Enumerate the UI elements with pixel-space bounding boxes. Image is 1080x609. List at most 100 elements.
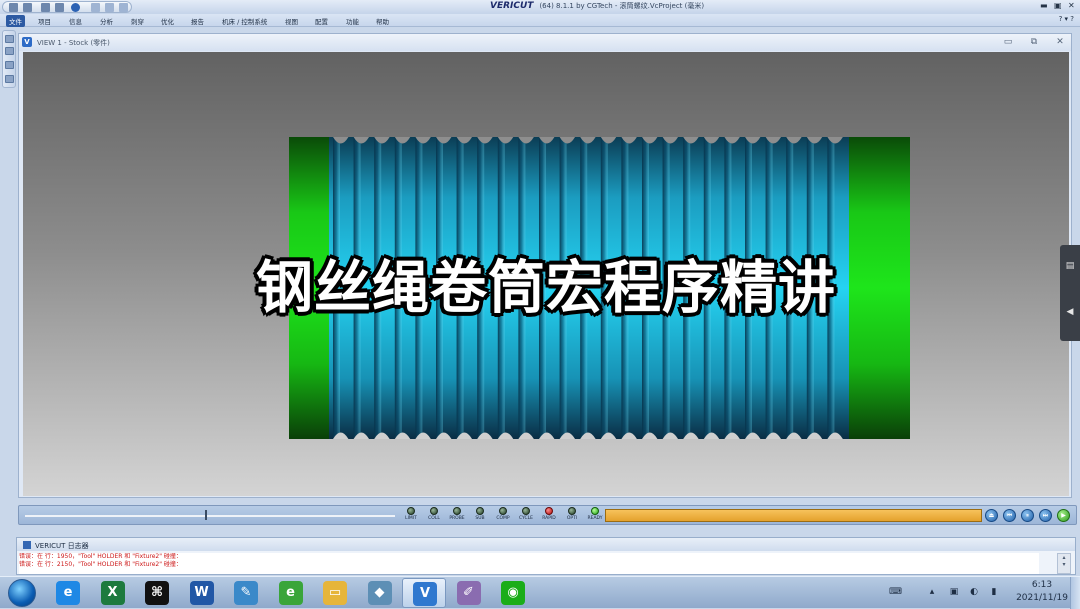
clock-date[interactable]: 2021/11/19 bbox=[1010, 593, 1074, 603]
led-bulb bbox=[545, 507, 553, 515]
capcut-icon: ⌘ bbox=[145, 581, 169, 605]
overlay-title: 钢丝绳卷筒宏程序精讲 bbox=[256, 255, 836, 321]
menu-report[interactable]: 报告 bbox=[188, 15, 207, 27]
led-bulb bbox=[453, 507, 461, 515]
taskbar: e X ⌘ W ✎ e ▭ ◆ V ✐ ◉ ⌨ ▴ ▣ ◐ ▮ 6:13 2021/11/19 bbox=[0, 576, 1080, 609]
view-restore-button[interactable]: ⧉ bbox=[1027, 36, 1041, 48]
menu-help[interactable]: 帮助 bbox=[373, 15, 392, 27]
word-icon: W bbox=[189, 581, 214, 605]
led-bulb bbox=[568, 507, 576, 515]
log-messages[interactable]: 错误：在 行：1950，"Tool" HOLDER 和 "Fixture2" 碰… bbox=[19, 553, 1039, 574]
step-forward-button[interactable]: ⏭ bbox=[1039, 509, 1052, 522]
rewind-button[interactable]: ⏮ bbox=[1003, 509, 1016, 522]
system-tray: ⌨ ▴ ▣ ◐ ▮ bbox=[885, 581, 1005, 605]
show-desktop-button[interactable] bbox=[1070, 577, 1080, 609]
menu-config[interactable]: 配置 bbox=[312, 15, 331, 27]
clock-time[interactable]: 6:13 bbox=[1020, 580, 1064, 590]
view-close-button[interactable]: ✕ bbox=[1053, 36, 1067, 48]
window-title: VERICUT (64) 8.1.1 by CGTech - 滚筒螺纹.VcPro… bbox=[490, 1, 704, 11]
network-icon[interactable]: ▮ bbox=[989, 587, 999, 597]
app-icon: ◆ bbox=[367, 581, 392, 605]
volume-icon[interactable]: ◐ bbox=[969, 587, 979, 597]
rotate-tool-icon[interactable] bbox=[5, 47, 14, 55]
panel-toggle-icon[interactable]: ▤ bbox=[1064, 261, 1076, 271]
menu-file[interactable]: 文件 bbox=[6, 15, 25, 27]
zoom-tool-icon[interactable] bbox=[5, 61, 14, 69]
pause-button[interactable]: ⏸ bbox=[1021, 509, 1034, 522]
taskbar-app[interactable]: ▭ bbox=[313, 578, 357, 608]
reset-model-button[interactable]: ⏏ bbox=[985, 509, 998, 522]
taskbar-app[interactable]: X bbox=[91, 578, 135, 608]
view-minimize-button[interactable]: ▭ bbox=[1001, 36, 1015, 48]
open-file-icon[interactable] bbox=[9, 3, 18, 12]
taskbar-app[interactable]: e bbox=[46, 578, 90, 608]
view-tool-icon[interactable] bbox=[5, 35, 14, 43]
log-line: 错误：在 行：2150，"Tool" HOLDER 和 "Fixture2" 碰… bbox=[19, 561, 182, 568]
side-toolbar bbox=[2, 30, 16, 88]
taskbar-app[interactable]: e bbox=[269, 578, 313, 608]
log-scrollbar[interactable]: ▴ ▾ bbox=[1057, 553, 1071, 574]
led-bulb bbox=[591, 507, 599, 515]
start-button[interactable] bbox=[8, 579, 36, 607]
layout-quad-icon[interactable] bbox=[119, 3, 128, 12]
undo-icon[interactable] bbox=[41, 3, 50, 12]
vericut-icon: V bbox=[413, 582, 437, 606]
log-header: VERICUT 日志器 bbox=[17, 538, 1075, 551]
play-button[interactable]: ▶ bbox=[1057, 509, 1070, 522]
excel-icon: X bbox=[100, 581, 125, 605]
save-file-icon[interactable] bbox=[23, 3, 32, 12]
led-bulb bbox=[407, 507, 415, 515]
keyboard-icon[interactable]: ⌨ bbox=[889, 587, 902, 597]
menu-analysis[interactable]: 分析 bbox=[97, 15, 116, 27]
layout-split-icon[interactable] bbox=[105, 3, 114, 12]
taskbar-app[interactable]: ✎ bbox=[224, 578, 268, 608]
taskbar-app[interactable]: ✐ bbox=[447, 578, 491, 608]
right-side-tabs: ▤ ◀ bbox=[1060, 245, 1080, 341]
minimize-button[interactable]: ▬ bbox=[1040, 1, 1048, 10]
close-button[interactable]: ✕ bbox=[1068, 1, 1075, 10]
collapse-arrow-icon[interactable]: ◀ bbox=[1064, 307, 1076, 317]
taskbar-app[interactable]: ⌘ bbox=[135, 578, 179, 608]
taskbar-app[interactable]: W bbox=[180, 578, 224, 608]
network-tool-icon: ✎ bbox=[234, 581, 258, 605]
view-window: V VIEW 1 - Stock (零件) ▭ ⧉ ✕ 钢丝绳卷筒宏程序精讲 bbox=[18, 33, 1072, 498]
led-bulb bbox=[476, 507, 484, 515]
layout-single-icon[interactable] bbox=[91, 3, 100, 12]
view-title: VIEW 1 - Stock (零件) bbox=[37, 39, 110, 47]
paint-icon: ✐ bbox=[456, 581, 481, 605]
scroll-up-icon[interactable]: ▴ bbox=[1062, 554, 1065, 561]
menu-info[interactable]: 信息 bbox=[66, 15, 85, 27]
menu-machine-control[interactable]: 机床 / 控制系统 bbox=[219, 15, 270, 27]
ie-icon: e bbox=[56, 581, 80, 605]
help-icons[interactable]: ? ▾ ? bbox=[1059, 15, 1074, 23]
menu-pierce[interactable]: 刺穿 bbox=[128, 15, 147, 27]
menu-function[interactable]: 功能 bbox=[343, 15, 362, 27]
action-center-icon[interactable]: ▣ bbox=[949, 587, 959, 597]
vericut-view-icon: V bbox=[22, 37, 32, 47]
redo-icon[interactable] bbox=[55, 3, 64, 12]
wechat-icon: ◉ bbox=[501, 581, 525, 605]
info-icon[interactable] bbox=[71, 3, 80, 12]
menu-bar: 文件 项目 信息 分析 刺穿 优化 报告 机床 / 控制系统 视图 配置 功能 … bbox=[0, 14, 1080, 27]
led-bulb bbox=[499, 507, 507, 515]
scroll-down-icon[interactable]: ▾ bbox=[1062, 561, 1065, 568]
menu-project[interactable]: 项目 bbox=[35, 15, 54, 27]
slider-thumb[interactable] bbox=[205, 510, 207, 520]
log-panel: VERICUT 日志器 错误：在 行：1950，"Tool" HOLDER 和 … bbox=[16, 537, 1076, 575]
quick-access-toolbar bbox=[2, 1, 132, 13]
taskbar-app[interactable]: ◆ bbox=[358, 578, 402, 608]
taskbar-app[interactable]: V bbox=[402, 578, 446, 608]
restore-button[interactable]: ▣ bbox=[1054, 1, 1062, 10]
view-header: V VIEW 1 - Stock (零件) ▭ ⧉ ✕ bbox=[19, 34, 1071, 51]
taskbar-app[interactable]: ◉ bbox=[491, 578, 535, 608]
pan-tool-icon[interactable] bbox=[5, 75, 14, 83]
menu-optimize[interactable]: 优化 bbox=[158, 15, 177, 27]
window-title-text: (64) 8.1.1 by CGTech - 滚筒螺纹.VcProject (毫… bbox=[539, 2, 705, 10]
folder-icon: ▭ bbox=[323, 581, 347, 605]
menu-view[interactable]: 视图 bbox=[282, 15, 301, 27]
show-hidden-icons[interactable]: ▴ bbox=[927, 587, 937, 597]
browser-icon: e bbox=[278, 581, 303, 605]
3d-viewport[interactable]: 钢丝绳卷筒宏程序精讲 bbox=[23, 52, 1069, 496]
animation-speed-slider[interactable] bbox=[25, 515, 395, 517]
app-brand: VERICUT bbox=[490, 1, 534, 11]
